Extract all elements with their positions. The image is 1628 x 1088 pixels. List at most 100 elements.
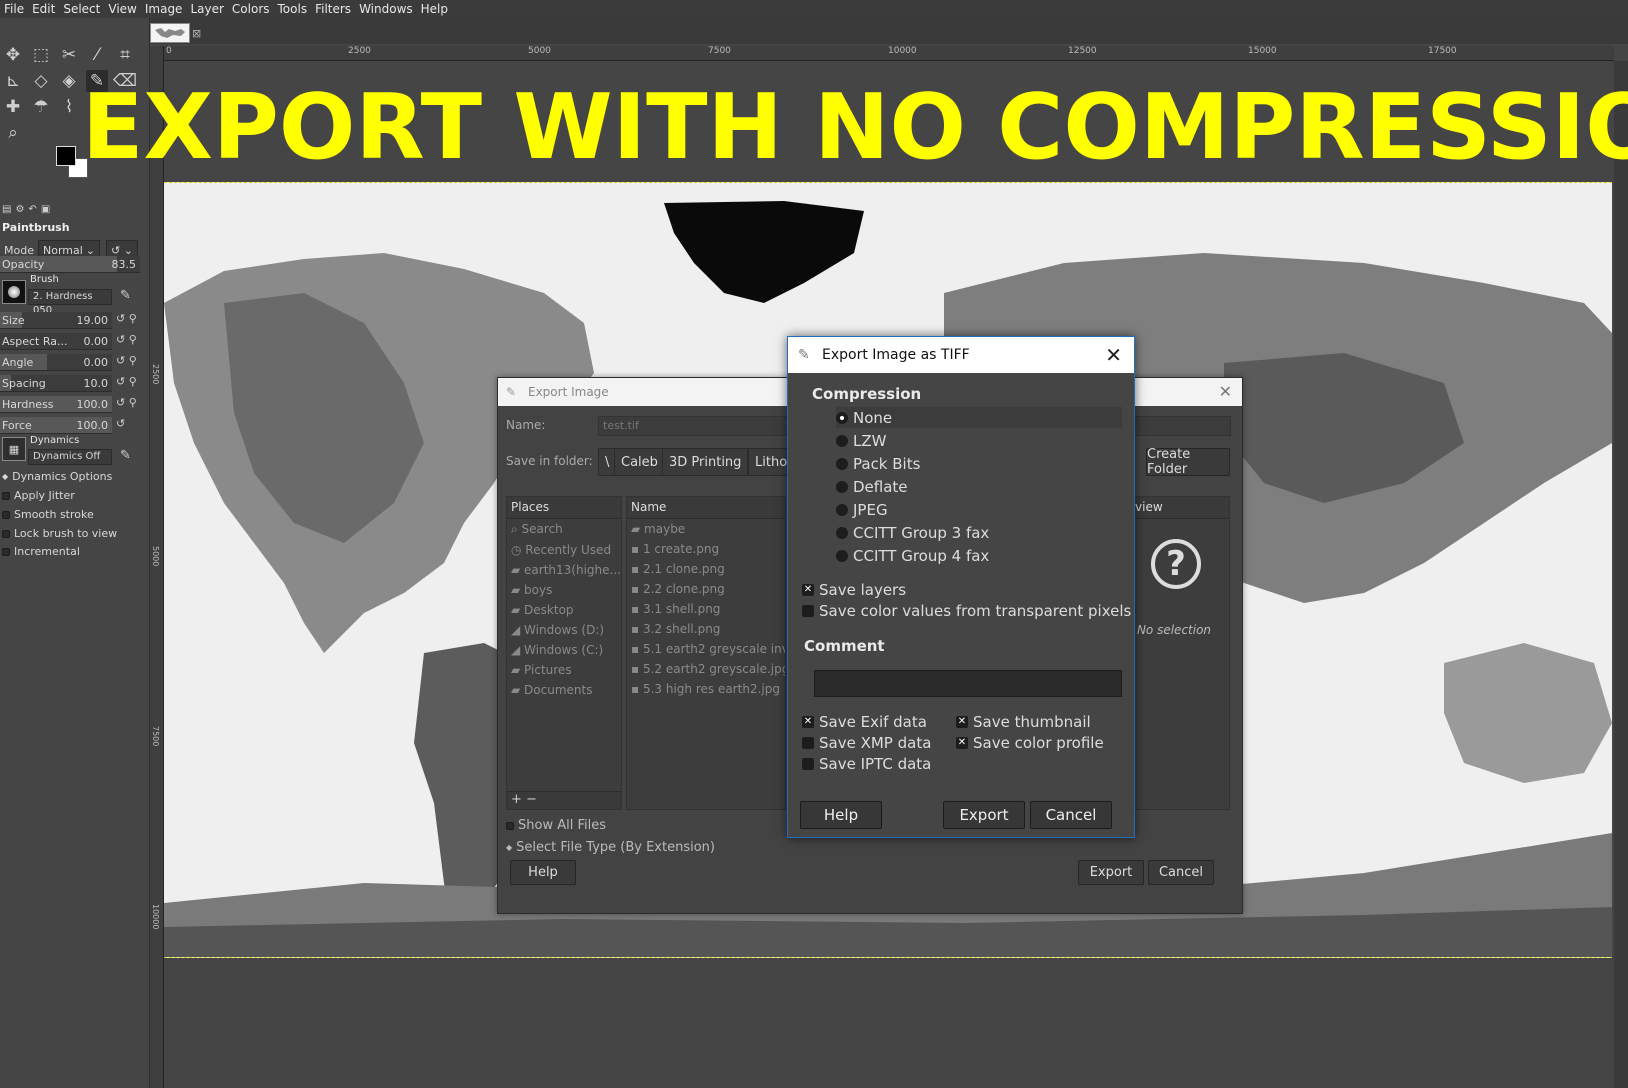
menu-image[interactable]: Image [141,2,187,16]
cancel-button[interactable]: Cancel [1030,801,1112,829]
place-search[interactable]: ⌕ Search [507,519,621,540]
save-color-profile-checkbox[interactable]: ✕ Save color profile [956,734,1104,752]
file-row[interactable]: ▪ 2.1 clone.png [627,559,785,579]
export-button[interactable]: Export [943,801,1025,829]
show-all-files-checkbox[interactable]: Show All Files [506,818,606,833]
bucket-fill-icon[interactable]: ◈ [58,70,80,92]
rect-select-icon[interactable]: ⬚ [30,44,52,66]
file-row[interactable]: ▪ 5.1 earth2 greyscale inv [627,639,785,659]
horizontal-ruler[interactable]: 0 2500 5000 7500 10000 12500 15000 17500 [164,46,1614,61]
scissors-icon[interactable]: ✂ [58,44,80,66]
align-icon[interactable]: ⊾ [2,70,24,92]
compression-ccitt4-radio[interactable]: CCITT Group 4 fax [836,545,1122,566]
fuzzy-select-icon[interactable]: ⁄ [86,44,108,66]
force-slider[interactable]: Force 100.0 [0,417,112,434]
path-icon[interactable]: ⌇ [58,96,80,118]
brush-preview[interactable] [2,280,26,304]
dynamics-preview[interactable]: ▦ [2,437,26,461]
spacing-slider[interactable]: Spacing 10.0 [0,375,112,392]
vertical-scrollbar[interactable] [1614,61,1628,1088]
file-row[interactable]: ▰ maybe [627,519,785,539]
menu-help[interactable]: Help [417,2,452,16]
compression-lzw-radio[interactable]: LZW [836,430,1122,451]
close-icon[interactable]: ✕ [1219,382,1232,401]
compression-packbits-radio[interactable]: Pack Bits [836,453,1122,474]
brush-name-field[interactable]: 2. Hardness 050 [28,289,112,316]
vertical-ruler[interactable]: 2500 5000 7500 10000 [150,46,164,1088]
menu-select[interactable]: Select [59,2,104,16]
reset-force-icon[interactable]: ↺ [116,417,125,430]
zoom-icon[interactable]: ⌕ [2,122,24,144]
menu-windows[interactable]: Windows [355,2,417,16]
file-row[interactable]: ▪ 5.3 high res earth2.jpg [627,679,785,699]
save-layers-checkbox[interactable]: ✕ Save layers [802,581,906,599]
file-row[interactable]: ▪ 3.1 shell.png [627,599,785,619]
save-iptc-checkbox[interactable]: Save IPTC data [802,755,931,773]
reset-size-icon[interactable]: ↺ ⚲ [116,312,137,325]
size-slider[interactable]: Size 19.00 [0,312,112,329]
path-caleb-button[interactable]: Caleb [614,448,665,476]
reset-aspect-icon[interactable]: ↺ ⚲ [116,333,137,346]
dynamics-field[interactable]: Dynamics Off [28,449,112,465]
foreground-color-swatch[interactable] [56,146,76,166]
heal-icon[interactable]: ✚ [2,96,24,118]
images-tab-icon[interactable]: ▣ [41,204,50,218]
crop-icon[interactable]: ⌗ [114,44,136,66]
reset-angle-icon[interactable]: ↺ ⚲ [116,354,137,367]
edit-dynamics-icon[interactable]: ✎ [120,448,131,463]
apply-jitter-checkbox[interactable]: Apply Jitter [2,489,75,502]
save-xmp-checkbox[interactable]: Save XMP data [802,734,931,752]
create-folder-button[interactable]: Create Folder [1146,447,1230,477]
compression-jpeg-radio[interactable]: JPEG [836,499,1122,520]
menu-filters[interactable]: Filters [311,2,355,16]
menu-file[interactable]: File [0,2,28,16]
close-tab-icon[interactable]: ⊠ [192,27,201,40]
dynamics-options-toggle[interactable]: ◆ Dynamics Options [2,470,112,483]
compression-ccitt3-radio[interactable]: CCITT Group 3 fax [836,522,1122,543]
compression-deflate-radio[interactable]: Deflate [836,476,1122,497]
menu-colors[interactable]: Colors [228,2,274,16]
edit-brush-icon[interactable]: ✎ [120,288,131,303]
files-name-header[interactable]: Name [627,497,785,519]
place-earth13[interactable]: ▰ earth13(highe... [507,560,621,580]
help-button[interactable]: Help [510,860,576,885]
file-row[interactable]: ▪ 1 create.png [627,539,785,559]
menu-edit[interactable]: Edit [28,2,59,16]
device-status-tab-icon[interactable]: ⚙ [15,204,24,218]
reset-hardness-icon[interactable]: ↺ ⚲ [116,396,137,409]
place-recent[interactable]: ◷ Recently Used [507,540,621,560]
smudge-icon[interactable]: ☂ [30,96,52,118]
undo-history-tab-icon[interactable]: ↶ [28,204,36,218]
menu-layer[interactable]: Layer [186,2,227,16]
tool-options-tab-icon[interactable]: ▤ [2,204,11,218]
place-windows-d[interactable]: ◢ Windows (D:) [507,620,621,640]
smooth-stroke-checkbox[interactable]: Smooth stroke [2,508,94,521]
move-tool-icon[interactable]: ✥ [2,44,24,66]
place-desktop[interactable]: ▰ Desktop [507,600,621,620]
file-row[interactable]: ▪ 2.2 clone.png [627,579,785,599]
incremental-checkbox[interactable]: Incremental [2,545,80,558]
file-row[interactable]: ▪ 5.2 earth2 greyscale.jpg [627,659,785,679]
save-color-values-checkbox[interactable]: Save color values from transparent pixel… [802,602,1131,620]
export-button[interactable]: Export [1078,860,1144,885]
place-boys[interactable]: ▰ boys [507,580,621,600]
help-button[interactable]: Help [800,801,882,829]
cancel-button[interactable]: Cancel [1148,860,1214,885]
place-windows-c[interactable]: ◢ Windows (C:) [507,640,621,660]
place-documents[interactable]: ▰ Documents [507,680,621,700]
file-type-expander[interactable]: ◆ Select File Type (By Extension) [506,840,715,855]
angle-slider[interactable]: Angle 0.00 [0,354,112,371]
close-icon[interactable]: ✕ [1105,343,1122,367]
comment-input[interactable] [814,670,1122,697]
place-pictures[interactable]: ▰ Pictures [507,660,621,680]
path-3d-printing-button[interactable]: 3D Printing [662,448,749,476]
compression-none-radio[interactable]: None [836,407,1122,428]
image-thumbnail-tab[interactable] [150,23,190,43]
menu-view[interactable]: View [104,2,140,16]
file-row[interactable]: ▪ 3.2 shell.png [627,619,785,639]
lock-brush-checkbox[interactable]: Lock brush to view [2,527,117,540]
add-remove-bookmark-buttons[interactable]: + − [507,791,621,809]
menu-tools[interactable]: Tools [274,2,312,16]
opacity-slider[interactable]: Opacity 83.5 [0,256,140,273]
hardness-slider[interactable]: Hardness 100.0 [0,396,112,413]
